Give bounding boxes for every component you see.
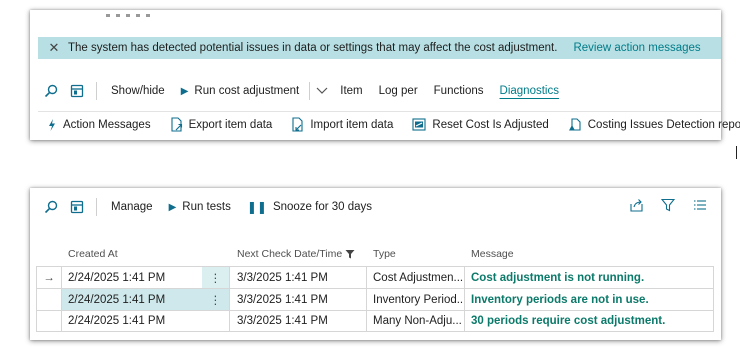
more-menu-button[interactable] — [312, 80, 332, 102]
reset-cost-adjusted-label: Reset Cost Is Adjusted — [432, 118, 549, 131]
run-cost-adjustment-button[interactable]: ▶ Run cost adjustment — [173, 80, 308, 102]
layout-icon — [70, 200, 84, 214]
play-icon: ▶ — [180, 85, 189, 97]
issues-table: Created At Next Check Date/Time Type Mes… — [36, 242, 714, 332]
issues-action-bar: Manage ▶ Run tests ❚❚ Snooze for 30 days — [38, 195, 721, 219]
show-hide-button[interactable]: Show/hide — [103, 80, 173, 102]
row-actions-button[interactable]: ⋮ — [202, 289, 230, 310]
search-button[interactable] — [38, 196, 64, 218]
filter-button[interactable] — [659, 196, 677, 214]
search-icon — [44, 200, 58, 214]
column-next-check[interactable]: Next Check Date/Time — [230, 242, 367, 266]
pause-icon: ❚❚ — [246, 200, 267, 214]
table-header: Created At Next Check Date/Time Type Mes… — [36, 242, 714, 266]
row-actions-button[interactable]: ⋮ — [202, 267, 230, 288]
column-created-at[interactable]: Created At — [62, 242, 202, 266]
message-link[interactable]: Inventory periods are not in use. — [471, 294, 649, 306]
chevron-down-icon — [316, 87, 328, 94]
import-item-data-label: Import item data — [310, 118, 394, 131]
list-tools — [627, 196, 709, 214]
type-cell[interactable]: Many Non-Adju... — [367, 311, 465, 331]
action-messages-button[interactable]: Action Messages — [38, 113, 161, 137]
created-at-cell[interactable]: 2/24/2025 1:41 PM — [62, 289, 202, 310]
table-row[interactable]: 2/24/2025 1:41 PM ⋮ 3/3/2025 1:41 PM Inv… — [36, 288, 714, 310]
functions-menu[interactable]: Functions — [426, 80, 492, 102]
column-message[interactable]: Message — [465, 242, 714, 266]
type-cell[interactable]: Inventory Period... — [367, 289, 465, 310]
filter-icon — [661, 198, 675, 212]
column-type[interactable]: Type — [367, 242, 465, 266]
run-tests-button[interactable]: ▶ Run tests — [161, 196, 239, 218]
item-menu[interactable]: Item — [332, 80, 370, 102]
table-row[interactable]: → 2/24/2025 1:41 PM ⋮ 3/3/2025 1:41 PM C… — [36, 266, 714, 288]
share-icon — [629, 199, 643, 212]
action-messages-label: Action Messages — [63, 118, 151, 131]
type-cell[interactable]: Cost Adjustmen... — [367, 267, 465, 288]
filter-applied-icon — [345, 250, 355, 259]
snooze-label: Snooze for 30 days — [272, 201, 373, 213]
list-view-button[interactable] — [691, 196, 709, 214]
export-item-data-label: Export item data — [188, 118, 273, 131]
export-item-data-button[interactable]: Export item data — [161, 113, 283, 137]
export-icon — [171, 117, 182, 132]
search-button[interactable] — [38, 80, 64, 102]
costing-issues-report-label: Costing Issues Detection report — [587, 118, 740, 131]
list-icon — [694, 200, 706, 210]
separator — [96, 82, 97, 100]
lightning-icon — [49, 118, 55, 131]
next-check-cell[interactable]: 3/3/2025 1:41 PM — [230, 311, 367, 331]
created-at-cell[interactable]: 2/24/2025 1:41 PM — [62, 311, 202, 331]
review-action-messages-link[interactable]: Review action messages — [573, 42, 700, 54]
import-item-data-button[interactable]: Import item data — [282, 113, 403, 137]
message-link[interactable]: Cost adjustment is not running. — [471, 272, 644, 284]
layout-icon — [70, 84, 84, 98]
cost-adjustment-panel: ✕ The system has detected potential issu… — [30, 10, 740, 140]
next-check-cell[interactable]: 3/3/2025 1:41 PM — [230, 267, 367, 288]
close-icon[interactable]: ✕ — [44, 40, 64, 56]
search-icon — [44, 84, 58, 98]
separator — [309, 82, 311, 100]
notification-banner: ✕ The system has detected potential issu… — [38, 37, 721, 59]
play-icon: ▶ — [168, 201, 177, 213]
action-bar: Show/hide ▶ Run cost adjustment Item Log… — [38, 79, 721, 103]
manage-menu[interactable]: Manage — [103, 196, 161, 218]
table-row[interactable]: 2/24/2025 1:41 PM 3/3/2025 1:41 PM Many … — [36, 310, 714, 332]
created-at-cell[interactable]: 2/24/2025 1:41 PM — [62, 267, 202, 288]
snooze-button[interactable]: ❚❚ Snooze for 30 days — [239, 196, 380, 218]
next-check-header-label: Next Check Date/Time — [237, 248, 343, 260]
share-button[interactable] — [627, 196, 645, 214]
reset-icon — [412, 118, 426, 131]
run-tests-label: Run tests — [182, 201, 231, 213]
reset-cost-adjusted-button[interactable]: Reset Cost Is Adjusted — [403, 113, 558, 137]
diagnostics-submenu: Action Messages Export item data Import … — [38, 111, 740, 137]
layout-button[interactable] — [64, 80, 90, 102]
message-cell[interactable]: Cost adjustment is not running. — [465, 267, 714, 288]
message-cell[interactable]: Inventory periods are not in use. — [465, 289, 714, 310]
next-check-cell[interactable]: 3/3/2025 1:41 PM — [230, 289, 367, 310]
report-icon — [568, 117, 581, 131]
cost-adjustment-issues-panel: Manage ▶ Run tests ❚❚ Snooze for 30 days… — [30, 188, 721, 340]
message-link[interactable]: 30 periods require cost adjustment. — [471, 315, 665, 327]
separator — [96, 198, 97, 216]
costing-issues-report-button[interactable]: Costing Issues Detection report — [559, 113, 740, 137]
import-icon — [292, 117, 303, 132]
cutoff-title — [106, 10, 166, 18]
run-cost-adjustment-label: Run cost adjustment — [194, 85, 300, 97]
diagnostics-menu[interactable]: Diagnostics — [492, 80, 567, 102]
current-row-arrow-icon: → — [36, 267, 62, 288]
layout-button[interactable] — [64, 196, 90, 218]
text-cursor — [736, 146, 737, 159]
log-per-menu[interactable]: Log per — [371, 80, 426, 102]
banner-message: The system has detected potential issues… — [68, 42, 558, 54]
message-cell[interactable]: 30 periods require cost adjustment. — [465, 311, 714, 331]
